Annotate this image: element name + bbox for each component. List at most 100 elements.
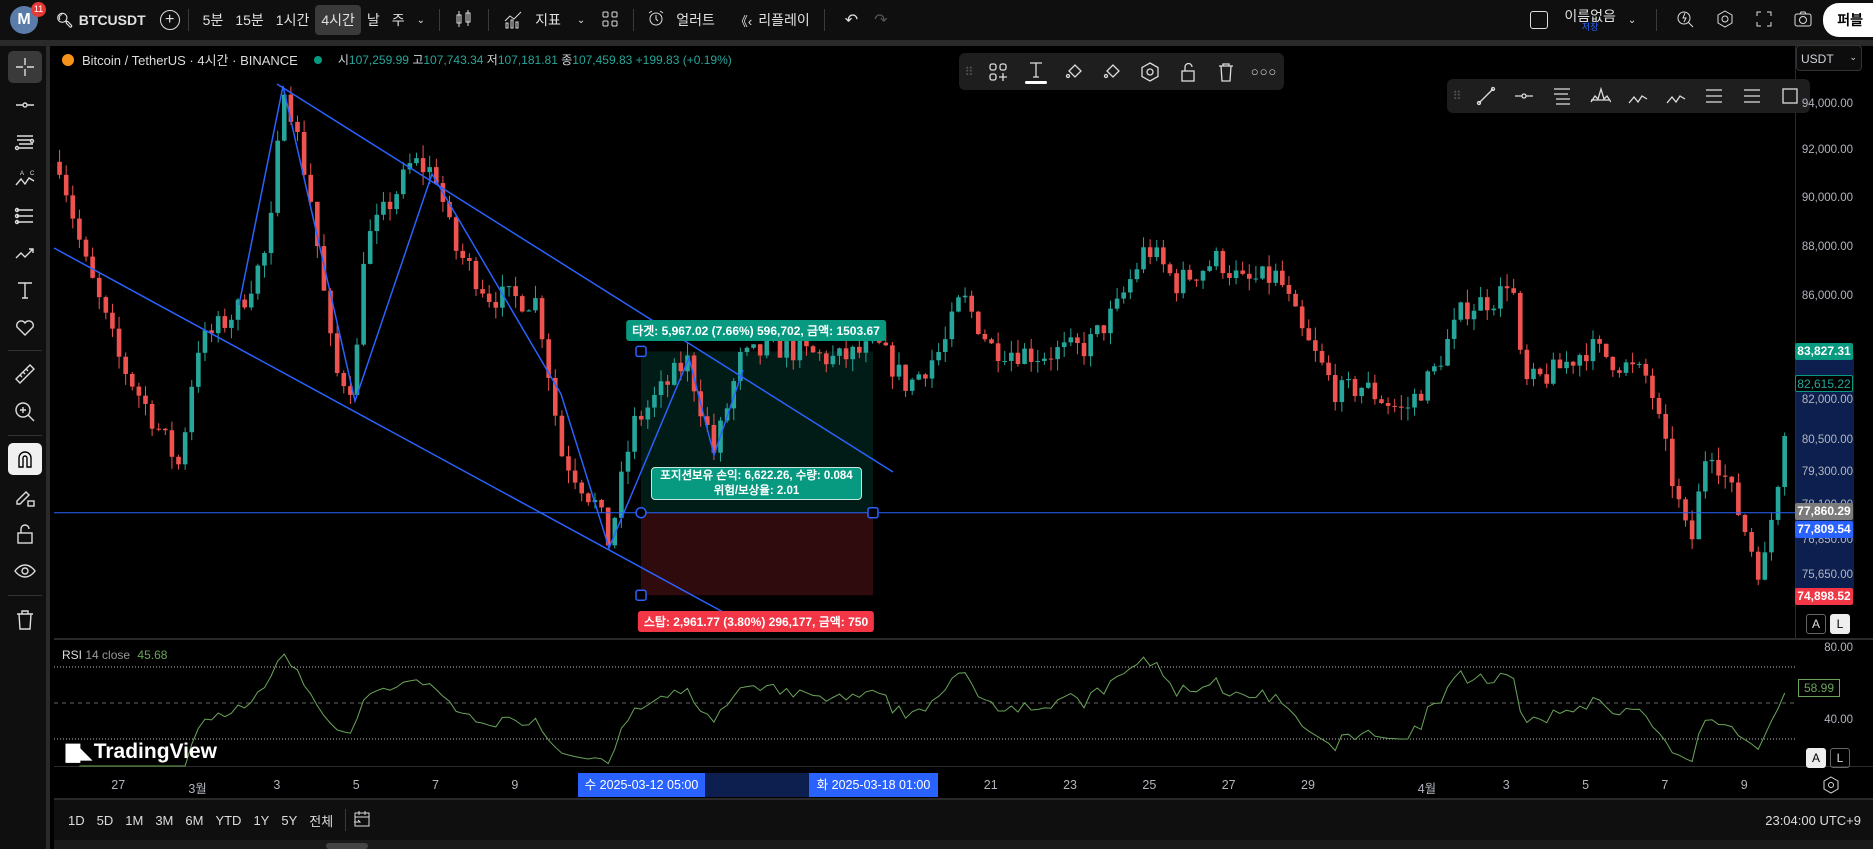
candle-body [196, 352, 201, 387]
forecast-icon[interactable] [1695, 79, 1733, 113]
range-ytd[interactable]: YTD [209, 813, 247, 828]
price-tick: 88,000.00 [1801, 241, 1853, 253]
target-label[interactable]: 타겟: 5,967.02 (7.66%) 596,702, 금액: 1503.6… [626, 320, 886, 341]
candle-body [1597, 339, 1602, 344]
candle-body [533, 298, 538, 311]
range-all[interactable]: 전체 [303, 811, 339, 830]
low-value: 107,181.81 [497, 53, 558, 67]
candle-body [394, 194, 399, 210]
close-value: 107,459.83 [572, 53, 633, 67]
candle-body [526, 310, 532, 312]
candle-body [1531, 368, 1536, 380]
symbol-title[interactable]: Bitcoin / TetherUS · 4시간 · BINANCE [82, 50, 298, 69]
low-label: 저 [486, 53, 498, 67]
range-5y[interactable]: 5Y [275, 813, 303, 828]
candle-body [1484, 297, 1490, 311]
elliott-wave-icon[interactable] [1619, 79, 1657, 113]
price-tick: 82,000.00 [1801, 394, 1853, 406]
settings-icon[interactable] [1822, 776, 1840, 799]
horizontal-scrollbar[interactable] [54, 840, 1873, 849]
candle-body [1009, 352, 1014, 361]
drag-handle-icon[interactable]: ⠿ [1447, 79, 1467, 113]
rsi-tick: 80.00 [1824, 642, 1853, 654]
time-label: 27 [111, 778, 126, 792]
range-5d[interactable]: 5D [91, 813, 120, 828]
candle-body [248, 293, 254, 308]
candle-body [156, 428, 162, 430]
candle-body [1088, 334, 1093, 357]
projection-icon[interactable] [1733, 79, 1771, 113]
candle-body [579, 482, 585, 494]
range-3m[interactable]: 3M [149, 813, 179, 828]
fill-color-loss-icon[interactable] [1093, 53, 1131, 90]
text-icon[interactable] [1017, 53, 1055, 90]
candle-body [367, 231, 373, 264]
chart-legend: Bitcoin / TetherUS · 4시간 · BINANCE 시107,… [62, 50, 732, 69]
candle-body [202, 330, 208, 353]
trend-line-icon[interactable] [1467, 79, 1505, 113]
candle-body [1022, 348, 1027, 364]
trash-icon[interactable] [1207, 53, 1245, 90]
candle-body [1200, 270, 1206, 281]
change-value: +199.83 (+0.19%) [635, 53, 732, 67]
go-to-date-icon[interactable] [352, 809, 372, 832]
currency-value: USDT [1801, 52, 1834, 66]
chart-canvas[interactable] [0, 0, 1873, 800]
horizontal-ray-icon[interactable] [1505, 79, 1543, 113]
candle-body [295, 121, 300, 133]
more-icon[interactable]: ○○○ [1245, 53, 1283, 90]
candle-body [1081, 343, 1087, 357]
loss-zone [641, 512, 873, 596]
candle-body [1517, 292, 1523, 350]
candle-body [136, 386, 142, 396]
range-6m[interactable]: 6M [179, 813, 209, 828]
candle-body [1564, 361, 1569, 369]
auto-scale-button[interactable]: A [1806, 748, 1826, 768]
scrollbar-thumb[interactable] [326, 843, 368, 849]
add-template-icon[interactable] [979, 53, 1017, 90]
head-shoulders-icon[interactable] [1581, 79, 1619, 113]
lock-icon[interactable] [1169, 53, 1207, 90]
rsi-legend[interactable]: RSI 14 close 45.68 [62, 648, 167, 662]
candle-body [857, 346, 862, 353]
currency-select[interactable]: USDT ⌄ [1796, 45, 1862, 71]
fib-retracement-icon[interactable] [1543, 79, 1581, 113]
candle-body [1326, 362, 1331, 376]
abcd-pattern-icon[interactable] [1657, 79, 1695, 113]
candle-body [658, 381, 664, 396]
candle-body [916, 374, 922, 380]
candle-body [1286, 284, 1292, 294]
range-1y[interactable]: 1Y [247, 813, 275, 828]
candle-body [110, 312, 115, 329]
candle-body [1015, 352, 1021, 364]
candle-body [1498, 286, 1503, 309]
settings-icon[interactable] [1131, 53, 1169, 90]
candle-body [969, 295, 974, 312]
stop-label[interactable]: 스탑: 2,961.77 (3.80%) 296,177, 금액: 750 [637, 611, 875, 632]
candle-body [453, 217, 459, 251]
candle-body [400, 169, 406, 195]
position-info-box[interactable]: 포지션보유 손익: 6,622.26, 수량: 0.084 위험/보상율: 2.… [651, 467, 862, 500]
candle-body [1617, 370, 1622, 373]
auto-scale-button[interactable]: A [1806, 614, 1826, 634]
log-scale-button[interactable]: L [1830, 614, 1850, 634]
candle-body [923, 374, 928, 379]
candle-body [1174, 273, 1179, 294]
fill-color-profit-icon[interactable] [1055, 53, 1093, 90]
candle-body [1101, 325, 1107, 334]
candle-body [586, 493, 591, 503]
range-1d[interactable]: 1D [62, 813, 91, 828]
candle-body [1094, 325, 1100, 335]
log-scale-button[interactable]: L [1830, 748, 1850, 768]
candle-body [1240, 270, 1245, 274]
candle-body [1491, 308, 1497, 311]
candle-body [486, 293, 492, 302]
candle-body [559, 415, 565, 457]
candle-body [909, 379, 915, 391]
candle-body [1736, 482, 1741, 515]
rsi-params: 14 close [85, 648, 131, 662]
range-1m[interactable]: 1M [119, 813, 149, 828]
clock-timezone[interactable]: 23:04:00 UTC+9 [1765, 813, 1861, 828]
drag-handle-icon[interactable]: ⠿ [959, 53, 979, 90]
candle-body [989, 339, 994, 344]
